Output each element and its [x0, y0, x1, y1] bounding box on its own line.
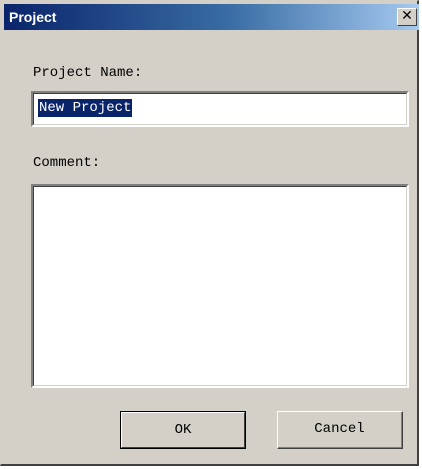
project-name-field-border: New Project	[33, 93, 407, 125]
project-name-value: New Project	[38, 99, 133, 117]
cancel-button-face: Cancel	[278, 412, 402, 448]
close-icon: ✕	[401, 8, 413, 24]
title-bar[interactable]: Project ✕	[4, 4, 419, 30]
project-dialog: Project ✕ Project Name: New Project Comm…	[0, 0, 419, 466]
close-button[interactable]: ✕	[397, 8, 417, 26]
project-name-field[interactable]: New Project	[31, 91, 409, 127]
cancel-button-label: Cancel	[314, 421, 365, 437]
comment-textarea[interactable]	[31, 184, 409, 388]
ok-button-label: OK	[174, 422, 192, 438]
comment-label: Comment:	[33, 155, 101, 171]
ok-button-face: OK	[121, 412, 245, 448]
project-name-label: Project Name:	[33, 65, 143, 81]
cancel-button[interactable]: Cancel	[277, 411, 403, 449]
dialog-title: Project	[9, 9, 57, 25]
ok-button[interactable]: OK	[120, 411, 246, 449]
comment-textarea-border	[33, 186, 407, 386]
